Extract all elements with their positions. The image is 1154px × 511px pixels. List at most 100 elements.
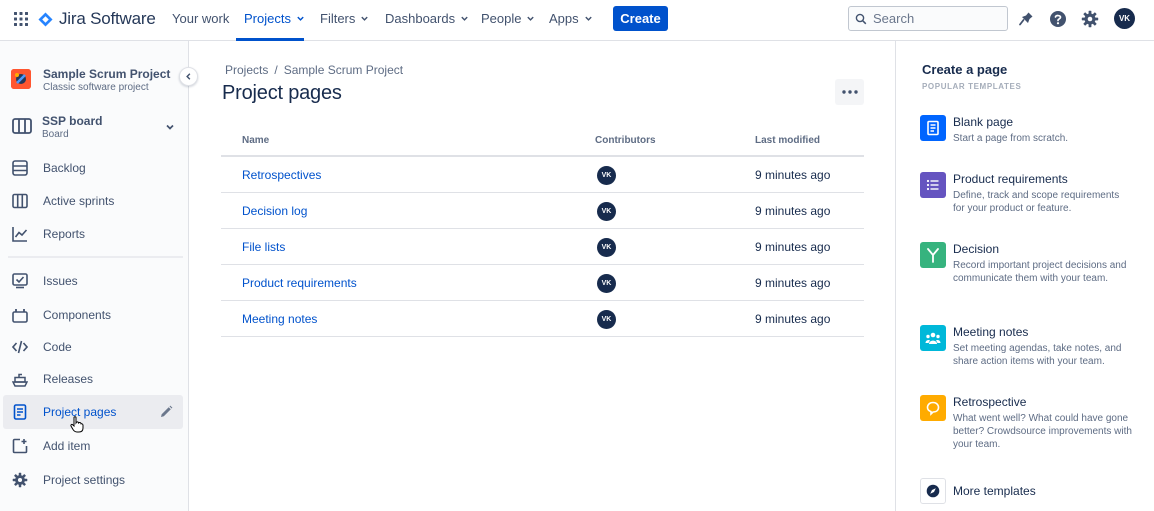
template-description: Set meeting agendas, take notes, and sha… (953, 343, 1122, 367)
help-icon[interactable] (1048, 9, 1068, 29)
panel-subtitle: POPULAR TEMPLATES (922, 82, 1022, 91)
compass-icon (920, 478, 946, 504)
pencil-edit-icon[interactable] (159, 405, 173, 419)
sidebar-item-backlog[interactable]: Backlog (3, 151, 183, 185)
reports-icon (12, 227, 28, 242)
decision-fork-icon (920, 242, 946, 268)
nav-dashboards[interactable]: Dashboards (385, 11, 469, 26)
board-type: Board (42, 129, 69, 140)
add-item-icon (12, 438, 28, 454)
search-field[interactable] (848, 6, 1008, 31)
nav-your-work[interactable]: Your work (172, 11, 229, 26)
active-nav-indicator (236, 38, 304, 41)
blank-page-icon (920, 115, 946, 141)
page-title: Project pages (222, 82, 342, 104)
chevron-left-icon (186, 73, 191, 80)
template-blank-page[interactable]: Blank page Start a page from scratch. (920, 115, 1145, 155)
settings-icon (12, 472, 28, 488)
template-description: Record important project decisions and c… (953, 260, 1127, 284)
sidebar-item-add-item[interactable]: Add item (3, 429, 183, 463)
more-templates-link[interactable]: More templates (920, 478, 1145, 506)
sidebar-item-label: Releases (43, 372, 94, 386)
template-description: What went well? What could have gone bet… (953, 413, 1132, 450)
project-avatar-icon[interactable] (11, 69, 31, 89)
nav-apps[interactable]: Apps (549, 11, 593, 26)
nav-people[interactable]: People (481, 11, 535, 26)
column-header-last-modified[interactable]: Last modified (755, 135, 820, 146)
panel-title: Create a page (922, 62, 1008, 77)
sidebar-item-reports[interactable]: Reports (3, 217, 183, 251)
nav-projects[interactable]: Projects (244, 11, 305, 26)
page-link[interactable]: Decision log (242, 204, 307, 218)
contributor-avatar[interactable]: VK (597, 274, 616, 293)
nav-filters[interactable]: Filters (320, 11, 369, 26)
user-avatar[interactable]: VK (1114, 8, 1135, 29)
contributor-avatar[interactable]: VK (597, 238, 616, 257)
components-icon (12, 309, 28, 323)
jira-logo[interactable]: Jira Software (38, 9, 156, 29)
collapse-sidebar-button[interactable] (179, 67, 198, 86)
template-product-requirements[interactable]: Product requirements Define, track and s… (920, 172, 1145, 222)
last-modified: 9 minutes ago (755, 240, 831, 254)
breadcrumb-projects[interactable]: Projects (225, 63, 268, 77)
page-link[interactable]: File lists (242, 240, 285, 254)
last-modified: 9 minutes ago (755, 276, 831, 290)
board-columns-icon (12, 193, 28, 209)
list-icon (920, 172, 946, 198)
page-link[interactable]: Product requirements (242, 276, 357, 290)
sidebar-item-components[interactable]: Components (3, 298, 183, 332)
releases-icon (12, 373, 28, 387)
sidebar-item-issues[interactable]: Issues (3, 264, 183, 298)
contributor-avatar[interactable]: VK (597, 310, 616, 329)
retrospective-icon (920, 395, 946, 421)
last-modified: 9 minutes ago (755, 204, 831, 218)
sidebar-item-label: Code (43, 340, 72, 354)
template-name: Decision (953, 242, 1000, 256)
settings-gear-icon[interactable] (1080, 9, 1100, 29)
contributor-avatar[interactable]: VK (597, 166, 616, 185)
create-button[interactable]: Create (613, 6, 668, 31)
hand-pointer-icon (70, 416, 84, 433)
issues-icon (12, 273, 28, 289)
page-link[interactable]: Retrospectives (242, 168, 321, 182)
breadcrumb: Projects / Sample Scrum Project (225, 63, 403, 77)
column-header-name[interactable]: Name (242, 135, 269, 146)
sidebar-item-project-settings[interactable]: Project settings (3, 463, 183, 497)
sidebar-item-project-pages[interactable]: Project pages (3, 395, 183, 429)
nav-label: Dashboards (385, 11, 456, 26)
app-switcher-icon[interactable] (13, 11, 29, 27)
breadcrumb-project[interactable]: Sample Scrum Project (284, 63, 403, 77)
search-input[interactable] (873, 11, 993, 26)
table-row: Retrospectives VK 9 minutes ago (221, 157, 864, 193)
sidebar-item-code[interactable]: Code (3, 330, 183, 364)
sidebar-item-active-sprints[interactable]: Active sprints (3, 184, 183, 218)
project-pages-table: Name Contributors Last modified Retrospe… (221, 124, 864, 337)
chevron-down-icon (361, 16, 369, 21)
last-modified: 9 minutes ago (755, 168, 831, 182)
table-row: Decision log VK 9 minutes ago (221, 193, 864, 229)
more-actions-button[interactable] (835, 79, 864, 105)
breadcrumb-separator: / (274, 63, 278, 77)
sidebar-item-label: Project settings (43, 473, 126, 487)
project-name: Sample Scrum Project (43, 67, 171, 81)
create-page-panel: Create a page POPULAR TEMPLATES Blank pa… (895, 41, 1154, 511)
template-description: Start a page from scratch. (953, 133, 1069, 144)
page-link[interactable]: Meeting notes (242, 312, 317, 326)
sidebar-item-label: Reports (43, 227, 86, 241)
sidebar-item-label: Components (43, 308, 112, 322)
table-row: File lists VK 9 minutes ago (221, 229, 864, 265)
sidebar-item-releases[interactable]: Releases (3, 362, 183, 396)
table-header: Name Contributors Last modified (221, 124, 864, 157)
template-meeting-notes[interactable]: Meeting notes Set meeting agendas, take … (920, 325, 1145, 381)
template-description: Define, track and scope requirements for… (953, 190, 1120, 214)
nav-label: People (481, 11, 522, 26)
contributor-avatar[interactable]: VK (597, 202, 616, 221)
chevron-down-icon (461, 16, 468, 21)
notifications-icon[interactable] (1016, 9, 1036, 29)
page-icon (13, 404, 27, 420)
sidebar-item-label: Backlog (43, 161, 86, 175)
project-sidebar: Sample Scrum Project Classic software pr… (0, 41, 198, 511)
board-switcher[interactable]: SSP board Board (0, 109, 189, 145)
template-decision[interactable]: Decision Record important project decisi… (920, 242, 1145, 298)
template-retrospective[interactable]: Retrospective What went well? What could… (920, 395, 1145, 451)
